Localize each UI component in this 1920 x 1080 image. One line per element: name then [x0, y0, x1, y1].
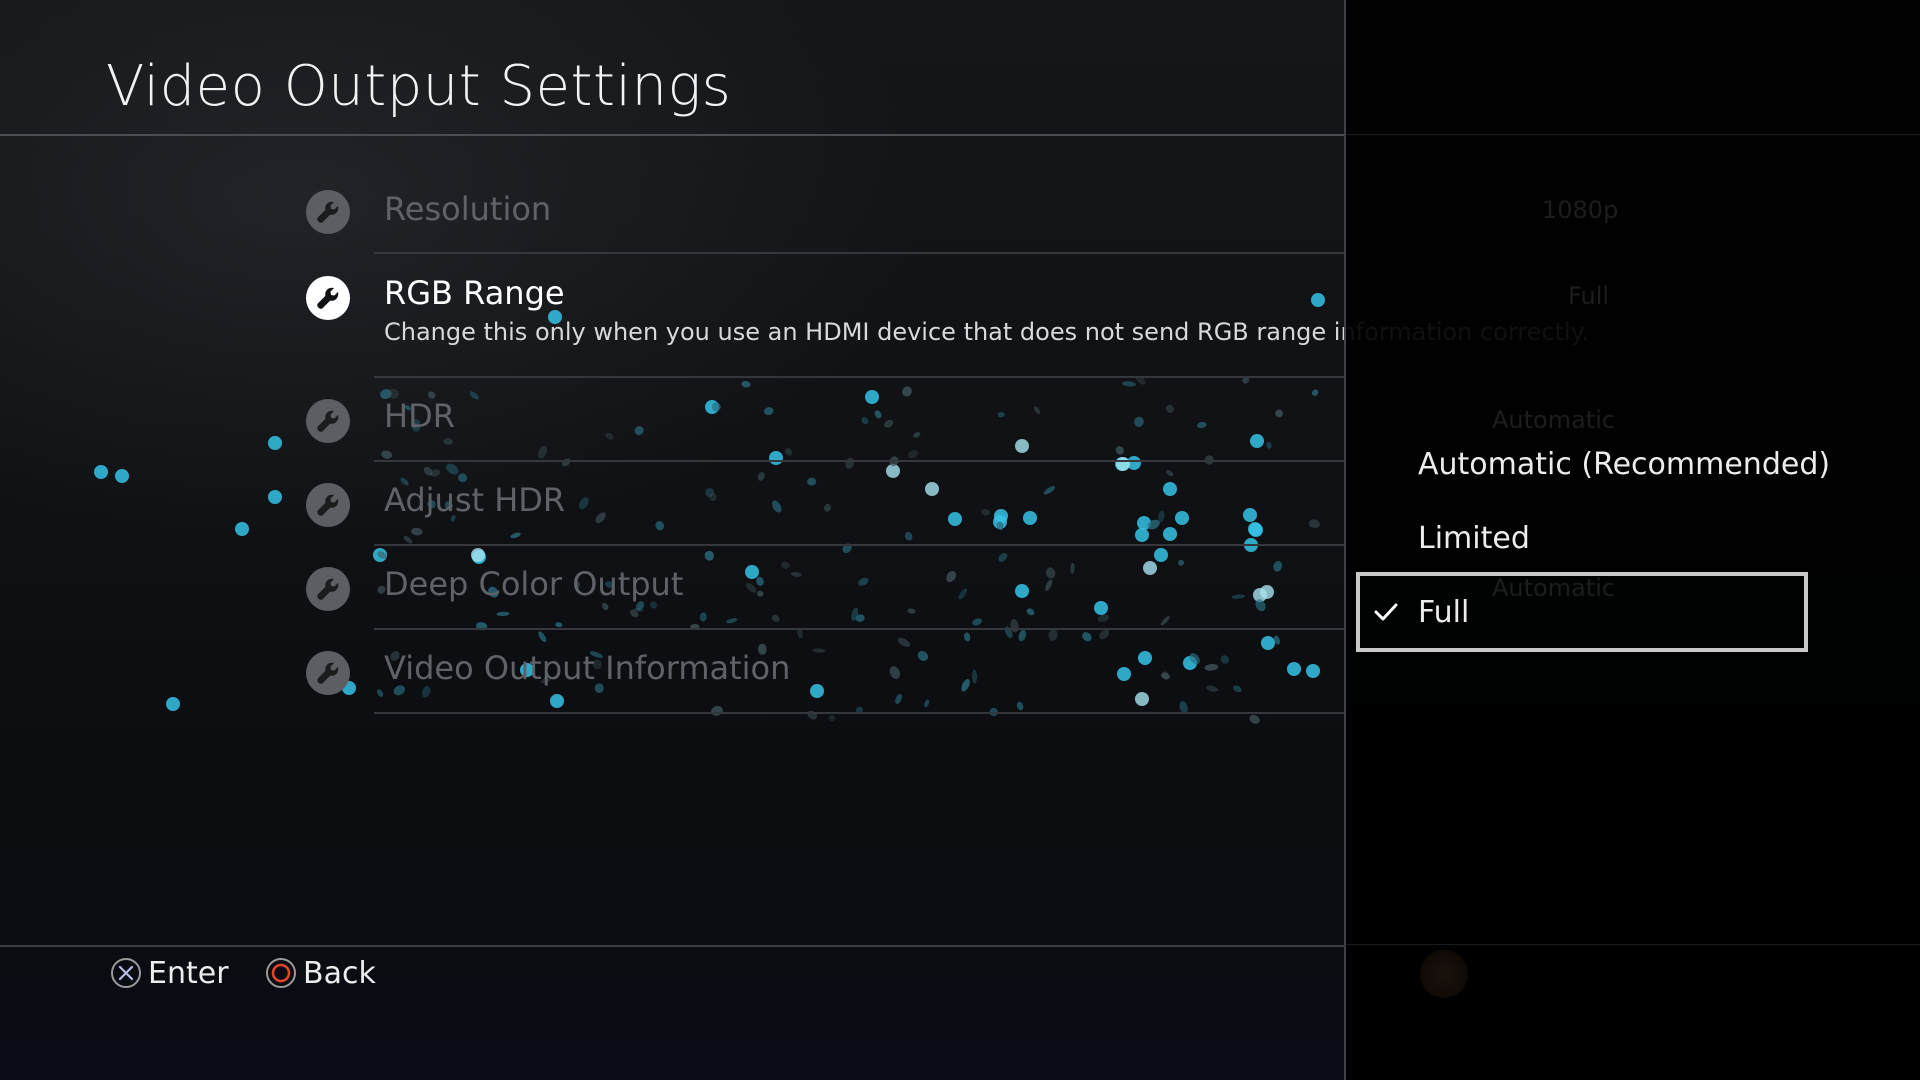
wrench-icon — [306, 483, 350, 527]
particle-dot — [166, 697, 180, 711]
particle-dot — [828, 714, 836, 722]
particle-dot — [886, 464, 900, 478]
menu-divider — [374, 544, 1346, 546]
back-label: Back — [303, 955, 376, 991]
particle-dot — [807, 710, 818, 720]
particle-dot — [268, 436, 282, 450]
footer-divider — [0, 945, 1346, 947]
particle-dot — [1010, 619, 1019, 633]
particle-dot — [430, 469, 441, 477]
particle-dot — [423, 466, 433, 476]
option-full[interactable]: Full — [1356, 572, 1808, 652]
cross-button-icon — [111, 958, 141, 988]
particle-dot — [1127, 456, 1141, 470]
rgb-range-options-panel: 1080p Full Automatic Automatic Automatic… — [1344, 0, 1920, 1080]
particle-dot — [1311, 389, 1319, 396]
menu-divider — [374, 460, 1346, 462]
option-label: Automatic (Recommended) — [1418, 446, 1831, 482]
particle-dot — [1154, 548, 1168, 562]
particle-dot — [268, 490, 282, 504]
menu-item-adjust-hdr[interactable]: Adjust HDR — [306, 481, 1346, 533]
particle-dot — [94, 465, 108, 479]
particle-dot — [446, 463, 459, 475]
menu-item-label: RGB Range — [384, 274, 565, 312]
menu-item-label: Adjust HDR — [384, 481, 566, 519]
wrench-icon — [306, 651, 350, 695]
particle-dot — [907, 450, 919, 459]
particle-dot — [1018, 629, 1027, 642]
particle-dot — [555, 622, 563, 628]
option-label: Limited — [1418, 520, 1530, 556]
menu-divider — [374, 628, 1346, 630]
particle-dot — [235, 522, 249, 536]
particle-dot — [741, 380, 751, 388]
menu-item-video-output-information[interactable]: Video Output Information — [306, 649, 1346, 701]
option-label: Full — [1418, 594, 1470, 630]
particle-dot — [1166, 470, 1174, 477]
particle-dot — [1274, 635, 1280, 645]
menu-item-label: Resolution — [384, 190, 552, 228]
particle-dot — [1082, 632, 1092, 642]
menu-item-resolution[interactable]: Resolution — [306, 190, 1346, 242]
wrench-icon — [306, 567, 350, 611]
menu-divider — [374, 712, 1346, 714]
particle-dot — [115, 469, 129, 483]
wrench-icon — [306, 190, 350, 234]
particle-dot — [1121, 381, 1136, 387]
menu-item-label: Video Output Information — [384, 649, 791, 687]
back-button-hint[interactable]: Back — [265, 953, 376, 993]
circle-button-icon — [266, 958, 296, 988]
particle-dot — [1249, 714, 1260, 724]
particle-dot — [472, 550, 486, 564]
page-title: Video Output Settings — [106, 54, 732, 119]
particle-dot — [972, 618, 982, 626]
menu-divider — [374, 252, 1346, 254]
avatar-ghost — [1420, 950, 1468, 998]
particle-dot — [538, 631, 547, 643]
panel-divider — [1346, 944, 1920, 945]
particle-dot — [373, 548, 387, 562]
ghost-value-rgb-range: Full — [1568, 282, 1610, 310]
particle-dot — [1261, 636, 1275, 650]
particle-dot — [377, 551, 387, 559]
option-limited[interactable]: Limited — [1356, 498, 1808, 578]
menu-divider — [374, 376, 1346, 378]
particle-dot — [711, 706, 723, 716]
menu-item-label: HDR — [384, 397, 455, 435]
enter-button-hint[interactable]: Enter — [110, 953, 229, 993]
particle-dot — [1016, 701, 1024, 711]
panel-divider — [1346, 134, 1920, 135]
particle-dot — [726, 618, 738, 624]
menu-item-rgb-range[interactable]: RGB Range Change this only when you use … — [306, 274, 1589, 370]
particle-dot — [998, 552, 1008, 562]
checkmark-icon — [1374, 603, 1398, 621]
enter-label: Enter — [148, 955, 229, 991]
menu-item-deep-color-output[interactable]: Deep Color Output — [306, 565, 1346, 617]
particle-dot — [471, 548, 485, 562]
particle-dot — [704, 550, 715, 561]
particle-dot — [897, 637, 911, 647]
background-glow — [0, 0, 1345, 1080]
particle-dot — [963, 632, 971, 642]
ghost-value-resolution: 1080p — [1542, 196, 1619, 224]
menu-item-label: Deep Color Output — [384, 565, 684, 603]
particle-dot — [769, 451, 783, 465]
option-automatic-recommended[interactable]: Automatic (Recommended) — [1356, 424, 1830, 504]
menu-item-hdr[interactable]: HDR — [306, 397, 1346, 449]
particle-dot — [561, 458, 571, 467]
particle-dot — [381, 450, 393, 459]
particle-dot — [1048, 629, 1058, 641]
particle-dot — [845, 457, 855, 469]
wrench-icon — [306, 276, 350, 320]
wrench-icon — [306, 399, 350, 443]
